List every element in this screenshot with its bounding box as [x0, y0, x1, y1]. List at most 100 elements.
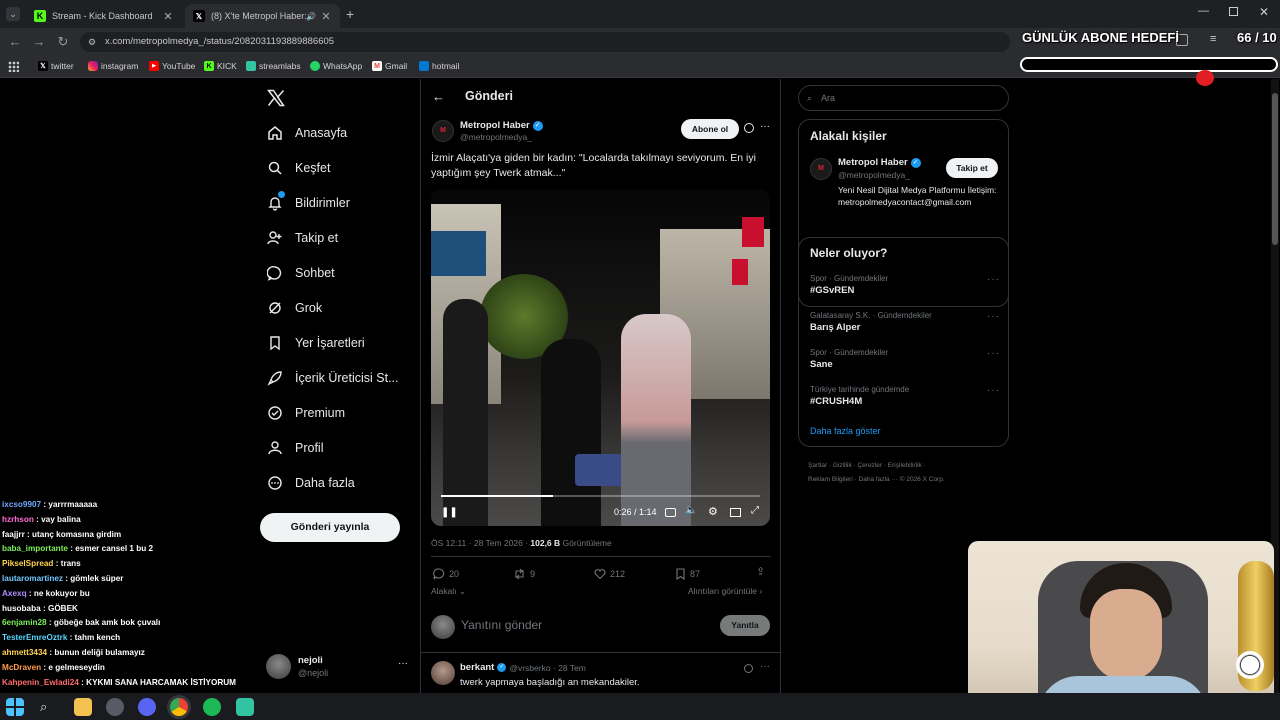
- x-logo-icon[interactable]: [266, 88, 286, 108]
- close-window-icon[interactable]: ✕: [1259, 5, 1269, 19]
- share-icon[interactable]: ⇪: [756, 565, 765, 578]
- author-name-row[interactable]: Metropol Haber ✓: [460, 120, 543, 131]
- subscribe-button[interactable]: Abone ol: [681, 119, 739, 139]
- search-icon[interactable]: ⌕: [40, 698, 58, 716]
- bookmark-instagram[interactable]: instagram: [88, 61, 138, 71]
- sidebar-item-creator-studio[interactable]: İçerik Üreticisi St...: [266, 369, 399, 387]
- sidebar-item-grok[interactable]: Grok: [266, 299, 322, 317]
- speaker-icon[interactable]: 🔊: [306, 12, 316, 21]
- tab-search-icon[interactable]: ≡: [1210, 33, 1216, 45]
- like-button[interactable]: 212: [594, 568, 625, 580]
- discord-icon[interactable]: [138, 698, 156, 716]
- streamlabs-icon[interactable]: [236, 698, 254, 716]
- reload-icon[interactable]: ↻: [55, 35, 71, 49]
- post-button[interactable]: Gönderi yayınla: [260, 513, 400, 542]
- bookmark-youtube[interactable]: ▶ YouTube: [149, 61, 195, 71]
- reply-input[interactable]: Yanıtını gönder: [461, 618, 542, 632]
- tab-list-button[interactable]: ⌄: [6, 7, 20, 21]
- volume-icon[interactable]: 🔈: [685, 505, 697, 516]
- verified-icon: ✓: [497, 663, 507, 672]
- author-avatar[interactable]: M: [432, 120, 454, 142]
- forward-icon[interactable]: →: [31, 35, 47, 49]
- trend-item[interactable]: Spor · Gündemdekiler #GSvREN ···: [810, 274, 1000, 296]
- bookmark-twitter[interactable]: 𝕏twitter: [38, 61, 74, 71]
- new-tab-button[interactable]: +: [346, 6, 354, 22]
- file-explorer-icon[interactable]: [74, 698, 92, 716]
- avatar: [266, 654, 291, 679]
- tab-x-post[interactable]: 𝕏 (8) X'te Metropol Haber: "İz 🔊 ✕: [185, 4, 340, 28]
- reply-button-submit[interactable]: Yanıtla: [720, 615, 770, 636]
- repost-button[interactable]: 9: [513, 568, 535, 580]
- chrome-icon[interactable]: [170, 698, 188, 716]
- bookmark-button[interactable]: 87: [675, 568, 700, 580]
- video-player[interactable]: ❚❚ 0:26 / 1:14 🔈 ⚙ ⤢: [431, 189, 770, 526]
- url-field[interactable]: ⚙ x.com/metropolmedya_/status/2082031193…: [80, 32, 1010, 52]
- chat-username: lautaromartinez: [2, 574, 63, 583]
- more-icon[interactable]: ···: [987, 348, 1000, 359]
- grok-icon[interactable]: [744, 664, 753, 673]
- post-timestamp[interactable]: ÖS 12:11 · 28 Tem 2026 ·: [431, 538, 530, 548]
- sidebar-item-home[interactable]: Anasayfa: [266, 124, 347, 142]
- footer-links[interactable]: Şartlar · Gizlilik · Çerezler · Erişileb…: [808, 459, 1008, 487]
- more-icon[interactable]: ···: [987, 385, 1000, 396]
- verified-badge-icon: [266, 404, 284, 422]
- account-switcher[interactable]: nejoli @nejoli ···: [266, 652, 412, 682]
- trends-card: Neler oluyor? Spor · Gündemdekiler #GSvR…: [798, 237, 1009, 447]
- close-tab-icon[interactable]: ✕: [320, 10, 332, 23]
- back-arrow-icon[interactable]: ←: [432, 89, 445, 104]
- app-icon[interactable]: [106, 698, 124, 716]
- fullscreen-icon[interactable]: ⤢: [751, 505, 759, 516]
- sidebar-item-explore[interactable]: Keşfet: [266, 159, 330, 177]
- bookmark-streamlabs[interactable]: streamlabs: [246, 61, 301, 71]
- bookmark-whatsapp[interactable]: WhatsApp: [310, 61, 362, 71]
- search-input[interactable]: ⌕ Ara: [798, 85, 1009, 111]
- rocket-icon: [266, 369, 284, 387]
- sidebar-item-follow[interactable]: Takip et: [266, 229, 338, 247]
- trend-item[interactable]: Galatasaray S.K. · Gündemdekiler Barış A…: [810, 311, 1000, 333]
- restore-icon[interactable]: [1229, 7, 1238, 16]
- captions-icon[interactable]: [665, 508, 676, 517]
- more-icon[interactable]: ···: [760, 121, 770, 132]
- site-info-icon[interactable]: ⚙: [88, 32, 96, 52]
- close-tab-icon[interactable]: ✕: [162, 10, 174, 23]
- sidebar-item-profile[interactable]: Profil: [266, 439, 323, 457]
- sidebar-item-notifications[interactable]: Bildirimler: [266, 191, 350, 212]
- trend-item[interactable]: Türkiye tarihinde gündemde #CRUSH4M ···: [810, 385, 1000, 407]
- show-more-link[interactable]: Daha fazla göster: [810, 426, 881, 436]
- sidebar-item-chat[interactable]: Sohbet: [266, 264, 335, 282]
- bookmark-gmail[interactable]: M Gmail: [372, 61, 407, 71]
- youtube-icon: ▶: [149, 61, 159, 71]
- bookmark-kick[interactable]: K KICK: [204, 61, 237, 71]
- scrollbar-thumb[interactable]: [1272, 93, 1278, 245]
- bookmark-hotmail[interactable]: hotmail: [419, 61, 459, 71]
- tab-kick-dashboard[interactable]: K Stream - Kick Dashboard ✕: [26, 4, 182, 28]
- reply-tweet[interactable]: berkant ✓ @vrsberko · 28 Tem ··· twerk y…: [431, 659, 771, 693]
- more-icon[interactable]: ···: [987, 311, 1000, 322]
- minimize-icon[interactable]: —: [1198, 5, 1209, 17]
- footer-line: Şartlar · Gizlilik · Çerezler · Erişileb…: [808, 462, 926, 469]
- more-icon[interactable]: ···: [987, 274, 1000, 285]
- spotify-icon[interactable]: [203, 698, 221, 716]
- sidebar-item-more[interactable]: Daha fazla: [266, 474, 355, 492]
- person-name-row[interactable]: Metropol Haber ✓: [838, 157, 921, 168]
- sidebar-item-bookmarks[interactable]: Yer İşaretleri: [266, 334, 365, 352]
- sidebar-item-label: Sohbet: [295, 266, 335, 280]
- grok-icon[interactable]: [744, 123, 754, 133]
- video-progress-track[interactable]: [441, 495, 760, 497]
- reply-button[interactable]: 20: [433, 568, 459, 580]
- trend-item[interactable]: Spor · Gündemdekiler Sane ···: [810, 348, 1000, 370]
- back-icon[interactable]: ←: [7, 35, 23, 49]
- settings-icon[interactable]: ⚙: [708, 505, 718, 518]
- follow-button[interactable]: Takip et: [946, 158, 998, 178]
- person-avatar[interactable]: M: [810, 158, 832, 180]
- sidebar-item-premium[interactable]: Premium: [266, 404, 345, 422]
- apps-grid-icon[interactable]: [8, 61, 19, 72]
- more-icon[interactable]: ···: [398, 658, 408, 669]
- pause-icon[interactable]: ❚❚: [441, 507, 458, 518]
- more-icon[interactable]: ···: [760, 661, 770, 672]
- windows-start-icon[interactable]: [6, 698, 24, 716]
- view-quotes-link[interactable]: Alıntıları görüntüle ›: [688, 586, 762, 596]
- author-name: Metropol Haber: [460, 120, 530, 131]
- pip-icon[interactable]: [730, 508, 741, 517]
- sort-dropdown[interactable]: Alakalı ⌄: [431, 586, 466, 597]
